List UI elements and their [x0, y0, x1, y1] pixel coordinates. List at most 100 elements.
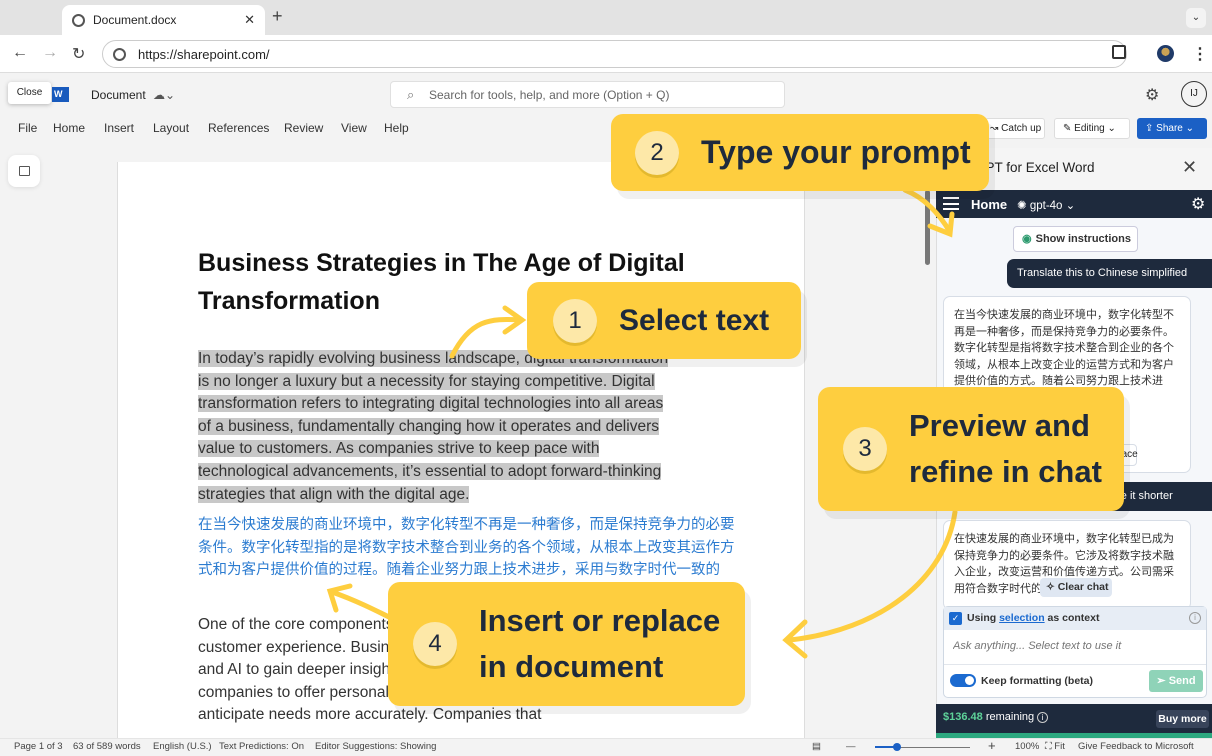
pane-icon: [19, 166, 30, 176]
step-number: 3: [843, 427, 887, 471]
broom-icon: ✧: [1046, 581, 1058, 593]
close-panel-icon[interactable]: ✕: [1182, 157, 1197, 178]
prompt-input[interactable]: [953, 640, 1193, 652]
zoom-in-button[interactable]: +: [988, 738, 996, 753]
fit-button[interactable]: ⛶ Fit: [1045, 741, 1065, 752]
site-info-icon[interactable]: [113, 47, 126, 61]
scrollbar-thumb[interactable]: [925, 190, 930, 265]
zoom-slider-handle[interactable]: [893, 743, 901, 751]
menu-references[interactable]: References: [208, 121, 269, 135]
share-button[interactable]: ⇪ Share ⌄: [1137, 118, 1207, 139]
use-selection-checkbox[interactable]: ✓: [949, 612, 962, 625]
saved-cloud-icon[interactable]: ☁︎⌄: [153, 88, 175, 102]
translated-paragraph[interactable]: 在当今快速发展的商业环境中，数字化转型不再是一种奢侈，而是保持竞争力的必要条件。…: [198, 514, 738, 582]
catch-up-icon: ↝: [990, 123, 1002, 134]
menu-review[interactable]: Review: [284, 121, 323, 135]
context-label: Using selection as context: [967, 612, 1099, 624]
url-text: https://sharepoint.com/: [138, 46, 270, 62]
user-message: Translate this to Chinese simplified: [1007, 259, 1212, 288]
step-number: 2: [635, 130, 679, 175]
view-mode-icon[interactable]: ▤: [812, 741, 821, 752]
callout-step-3: 3 Preview and refine in chat: [818, 387, 1124, 511]
user-avatar[interactable]: IJ: [1181, 81, 1207, 107]
balance-suffix: remaining: [985, 711, 1035, 723]
callout-step-4: 4 Insert or replace in document: [388, 582, 745, 706]
back-button[interactable]: ←: [12, 44, 28, 62]
document-name[interactable]: Document: [91, 88, 146, 102]
panel-title: GPT for Excel Word: [975, 160, 1095, 175]
text-predictions[interactable]: Text Predictions: On: [219, 741, 304, 752]
hamburger-menu-icon[interactable]: [943, 197, 959, 210]
selected-line: transformation refers to integrating dig…: [198, 395, 664, 413]
eye-icon: ◉: [1022, 233, 1032, 245]
context-prefix: Using: [967, 612, 997, 624]
callout-step-2: 2 Type your prompt: [611, 114, 989, 191]
buy-more-button[interactable]: Buy more: [1156, 710, 1209, 728]
catch-up-button[interactable]: ↝ Catch up: [985, 118, 1045, 139]
search-box[interactable]: ⌕ Search for tools, help, and more (Opti…: [390, 81, 785, 108]
settings-gear-icon[interactable]: ⚙: [1145, 85, 1159, 105]
context-suffix: as context: [1047, 612, 1100, 624]
menu-insert[interactable]: Insert: [104, 121, 134, 135]
menu-view[interactable]: View: [341, 121, 367, 135]
word-logo[interactable]: W: [52, 87, 69, 102]
send-icon: ➢: [1156, 675, 1169, 687]
selected-line: technological advancements, it’s essenti…: [198, 462, 662, 480]
balance-amount: $136.48: [943, 711, 983, 723]
share-label: Share: [1156, 123, 1183, 134]
feedback-link[interactable]: Give Feedback to Microsoft: [1078, 741, 1194, 752]
step-number: 1: [553, 298, 597, 343]
close-tab-icon[interactable]: ✕: [244, 12, 255, 28]
editing-mode-button[interactable]: ✎ Editing ⌄: [1054, 118, 1130, 139]
zoom-level[interactable]: 100%: [1015, 741, 1039, 752]
language[interactable]: English (U.S.): [153, 741, 212, 752]
browser-menu-icon[interactable]: ⋮: [1192, 44, 1208, 64]
forward-button[interactable]: →: [42, 44, 58, 62]
selected-line: is no longer a luxury but a necessity fo…: [198, 372, 655, 390]
extensions-icon[interactable]: [1112, 45, 1126, 59]
openai-icon: ✺: [1017, 200, 1030, 212]
keep-formatting-label: Keep formatting (beta): [981, 675, 1094, 687]
info-icon[interactable]: i: [1189, 612, 1201, 624]
show-instructions-label: Show instructions: [1035, 233, 1131, 245]
step-text: Type your prompt: [701, 134, 971, 170]
selected-line: of a business, fundamentally changing ho…: [198, 417, 659, 435]
send-button[interactable]: ➢ Send: [1149, 670, 1203, 692]
balance-info-icon[interactable]: i: [1037, 712, 1049, 723]
clear-chat-button[interactable]: ✧ Clear chat: [1040, 578, 1112, 597]
menu-file[interactable]: File: [18, 121, 37, 135]
editor-suggestions[interactable]: Editor Suggestions: Showing: [315, 741, 436, 752]
selected-line: value to customers. As companies strive …: [198, 440, 600, 458]
close-tooltip: Close: [8, 82, 51, 104]
tab-search-button[interactable]: ⌄: [1186, 8, 1206, 28]
model-selector[interactable]: ✺ gpt-4o ⌄: [1017, 198, 1075, 212]
zoom-out-button[interactable]: —: [846, 741, 856, 752]
profile-avatar[interactable]: [1157, 45, 1174, 62]
balance-remaining: $136.48 remaining i: [943, 711, 1049, 723]
editing-label: Editing: [1074, 123, 1105, 134]
composer-divider: [944, 664, 1206, 665]
menu-layout[interactable]: Layout: [153, 121, 189, 135]
fit-icon: ⛶: [1045, 741, 1055, 752]
callout-step-1: 1 Select text: [527, 282, 801, 359]
panel-settings-icon[interactable]: ⚙: [1191, 194, 1205, 214]
fit-label: Fit: [1054, 741, 1065, 752]
keep-formatting-toggle[interactable]: [950, 674, 976, 687]
address-bar[interactable]: https://sharepoint.com/: [102, 40, 1127, 68]
navigation-pane-button[interactable]: [8, 155, 40, 187]
tab-title: Document.docx: [93, 13, 177, 27]
nav-home[interactable]: Home: [971, 197, 1007, 212]
browser-tab[interactable]: Document.docx ✕: [62, 5, 265, 35]
show-instructions-button[interactable]: ◉ Show instructions: [1013, 226, 1138, 252]
page-count[interactable]: Page 1 of 3: [14, 741, 63, 752]
selection-link[interactable]: selection: [999, 612, 1045, 624]
reload-button[interactable]: ↻: [72, 44, 85, 64]
selected-paragraph[interactable]: In today’s rapidly evolving business lan…: [198, 348, 738, 506]
globe-icon: [72, 13, 85, 27]
word-count[interactable]: 63 of 589 words: [73, 741, 141, 752]
search-icon: ⌕: [407, 87, 415, 102]
new-tab-button[interactable]: +: [272, 6, 283, 27]
menu-home[interactable]: Home: [53, 121, 85, 135]
menu-help[interactable]: Help: [384, 121, 409, 135]
model-label: gpt-4o: [1029, 200, 1063, 212]
